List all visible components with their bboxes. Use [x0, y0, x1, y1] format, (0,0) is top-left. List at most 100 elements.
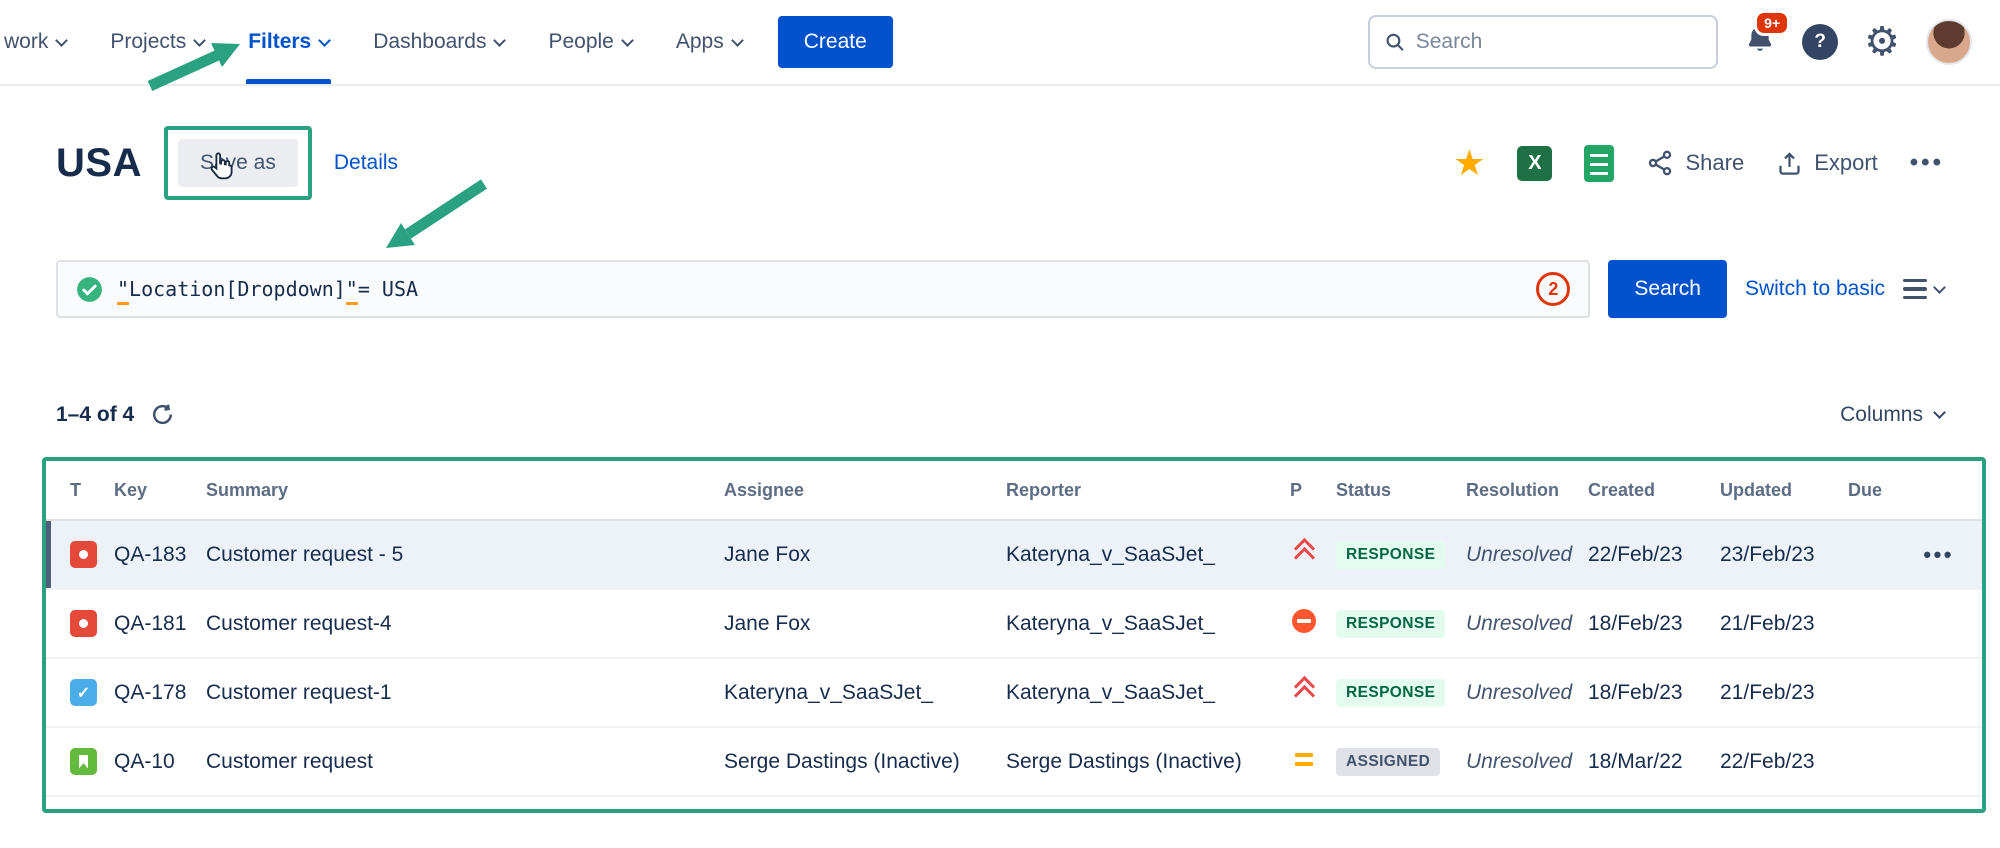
status-badge: ASSIGNED	[1336, 748, 1440, 776]
chevron-down-icon	[1933, 281, 1946, 294]
issue-summary[interactable]: Customer request	[206, 750, 724, 774]
columns-dropdown[interactable]: Columns	[1840, 403, 1944, 427]
excel-x-glyph: X	[1528, 152, 1541, 175]
columns-label: Columns	[1840, 403, 1923, 427]
col-header-resolution[interactable]: Resolution	[1466, 480, 1588, 501]
chevron-down-icon	[1933, 406, 1946, 419]
jql-query-text: "Location[Dropdown]"= USA	[117, 277, 418, 301]
details-link[interactable]: Details	[334, 151, 398, 175]
issue-key[interactable]: QA-183	[114, 543, 206, 567]
nav-item-people[interactable]: People	[526, 0, 653, 84]
col-header-priority[interactable]: P	[1290, 480, 1336, 501]
settings-button[interactable]: ⚙	[1864, 22, 1900, 62]
table-row[interactable]: QA-181 Customer request-4 Jane Fox Kater…	[46, 590, 1982, 659]
col-header-due[interactable]: Due	[1848, 480, 1958, 501]
share-button[interactable]: Share	[1646, 149, 1744, 177]
gear-icon: ⚙	[1864, 20, 1900, 64]
col-header-reporter[interactable]: Reporter	[1006, 480, 1290, 501]
user-avatar[interactable]	[1926, 19, 1972, 65]
hamburger-icon	[1903, 279, 1927, 300]
assignee-name: Jane Fox	[724, 612, 1006, 636]
chevron-down-icon	[193, 34, 206, 47]
priority-medium-icon	[1290, 745, 1318, 773]
search-icon	[1384, 30, 1406, 54]
issue-summary[interactable]: Customer request-4	[206, 612, 724, 636]
chevron-down-icon	[55, 34, 68, 47]
notifications-button[interactable]: 9+	[1744, 24, 1776, 61]
col-header-key[interactable]: Key	[114, 480, 206, 501]
resolution-value: Unresolved	[1466, 612, 1588, 636]
main-nav: work Projects Filters Dashboards People …	[0, 0, 764, 84]
nav-item-apps[interactable]: Apps	[654, 0, 764, 84]
jql-field: Location[Dropdown]	[129, 277, 346, 301]
page-title: USA	[56, 141, 142, 186]
nav-right-cluster: 9+ ? ⚙	[1368, 15, 1972, 69]
nav-item-label: Dashboards	[373, 30, 486, 54]
header-actions: ★ X Share Export •••	[1453, 145, 1944, 182]
col-header-created[interactable]: Created	[1588, 480, 1720, 501]
nav-item-filters[interactable]: Filters	[226, 0, 351, 84]
chevron-down-icon	[494, 34, 507, 47]
notification-badge: 9+	[1754, 10, 1790, 36]
task-type-icon	[70, 679, 97, 706]
export-label: Export	[1814, 150, 1878, 176]
export-excel-icon[interactable]: X	[1517, 146, 1552, 181]
nav-item-dashboards[interactable]: Dashboards	[351, 0, 526, 84]
status-badge: RESPONSE	[1336, 679, 1445, 707]
export-google-sheets-icon[interactable]	[1584, 145, 1614, 182]
resolution-value: Unresolved	[1466, 750, 1588, 774]
share-label: Share	[1685, 150, 1744, 176]
search-input[interactable]	[1416, 30, 1702, 54]
jql-error-count-badge[interactable]: 2	[1536, 272, 1570, 306]
col-header-updated[interactable]: Updated	[1720, 480, 1848, 501]
table-body: QA-183 Customer request - 5 Jane Fox Kat…	[46, 521, 1982, 797]
nav-item-label: Filters	[248, 30, 311, 54]
issue-key[interactable]: QA-178	[114, 681, 206, 705]
created-date: 18/Feb/23	[1588, 681, 1720, 705]
help-button[interactable]: ?	[1802, 24, 1838, 60]
jql-input[interactable]: "Location[Dropdown]"= USA 2	[56, 260, 1590, 318]
filter-options-menu[interactable]	[1903, 279, 1944, 300]
col-header-assignee[interactable]: Assignee	[724, 480, 1006, 501]
export-icon	[1776, 150, 1803, 177]
bug-type-icon	[70, 541, 97, 568]
top-navigation: work Projects Filters Dashboards People …	[0, 0, 2000, 86]
results-count-group: 1–4 of 4	[56, 402, 175, 427]
switch-to-basic-link[interactable]: Switch to basic	[1745, 277, 1885, 301]
resolution-value: Unresolved	[1466, 681, 1588, 705]
refresh-button[interactable]	[150, 402, 175, 427]
issue-summary[interactable]: Customer request - 5	[206, 543, 724, 567]
chevron-down-icon	[621, 34, 634, 47]
col-header-summary[interactable]: Summary	[206, 480, 724, 501]
issue-summary[interactable]: Customer request-1	[206, 681, 724, 705]
more-actions-icon[interactable]: •••	[1910, 149, 1944, 177]
export-button[interactable]: Export	[1776, 150, 1878, 177]
row-actions-icon[interactable]: •••	[1923, 542, 1954, 568]
jql-search-button[interactable]: Search	[1608, 260, 1727, 318]
col-header-type[interactable]: T	[70, 480, 114, 501]
question-mark-icon: ?	[1814, 31, 1826, 53]
table-row[interactable]: QA-178 Customer request-1 Kateryna_v_Saa…	[46, 659, 1982, 728]
issue-key[interactable]: QA-10	[114, 750, 206, 774]
chevron-down-icon	[318, 34, 331, 47]
nav-item-work[interactable]: work	[0, 0, 88, 84]
col-header-status[interactable]: Status	[1336, 480, 1466, 501]
save-as-button[interactable]: Save as	[178, 139, 298, 187]
issue-key[interactable]: QA-181	[114, 612, 206, 636]
jql-operator-value: = USA	[358, 277, 418, 301]
create-button[interactable]: Create	[778, 16, 893, 68]
updated-date: 21/Feb/23	[1720, 612, 1848, 636]
assignee-name: Kateryna_v_SaaSJet_	[724, 681, 1006, 705]
reporter-name: Kateryna_v_SaaSJet_	[1006, 681, 1290, 705]
favorite-star-icon[interactable]: ★	[1453, 145, 1485, 181]
results-count: 1–4 of 4	[56, 403, 134, 427]
jql-search-row: "Location[Dropdown]"= USA 2 Search Switc…	[56, 260, 1944, 318]
reporter-name: Serge Dastings (Inactive)	[1006, 750, 1290, 774]
global-search[interactable]	[1368, 15, 1718, 69]
priority-highest-icon	[1290, 538, 1318, 566]
priority-highest-icon	[1290, 676, 1318, 704]
table-row[interactable]: QA-10 Customer request Serge Dastings (I…	[46, 728, 1982, 797]
table-row[interactable]: QA-183 Customer request - 5 Jane Fox Kat…	[46, 521, 1982, 590]
share-icon	[1646, 149, 1674, 177]
nav-item-projects[interactable]: Projects	[88, 0, 226, 84]
